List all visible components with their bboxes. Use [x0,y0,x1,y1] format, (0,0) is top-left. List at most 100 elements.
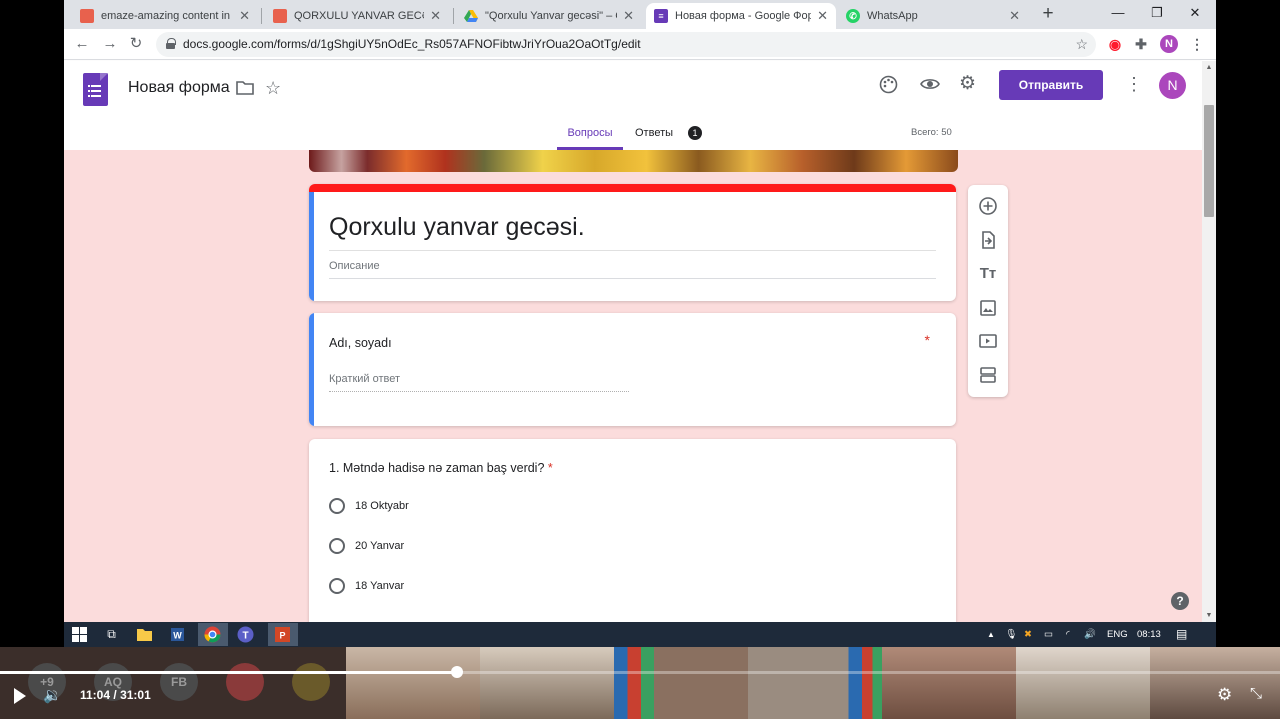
radio-option[interactable]: 18 Yanvar [329,577,404,595]
svg-text:W: W [173,631,182,641]
form-document-title[interactable]: Новая форма [128,79,230,97]
profile-avatar[interactable]: N [1160,35,1178,53]
add-video-icon[interactable] [978,331,998,351]
vertical-scrollbar[interactable]: ▲ ▼ [1202,61,1216,622]
folder-icon[interactable] [235,80,255,98]
account-avatar[interactable]: N [1159,72,1186,99]
more-options-icon[interactable]: ⋮ [1125,74,1143,95]
forward-arrow-icon[interactable]: → [99,33,121,55]
windows-start-icon[interactable] [72,627,91,646]
windows-taskbar: ⧉ W T P ▲ 🎙 ✖ ▭ ◜ 🔊 ENG 08:13 ▤ [64,622,1216,647]
tab-close-icon[interactable]: ✕ [623,8,634,24]
browser-tab-emaze[interactable]: emaze-amazing content in mi ✕ [72,3,258,29]
video-settings-gear-icon[interactable]: ⚙ [1217,685,1232,705]
tab-close-icon[interactable]: ✕ [430,8,441,24]
google-forms-logo-icon[interactable] [83,73,108,106]
radio-option[interactable]: 20 Yanvar [329,537,404,555]
chrome-taskbar-icon[interactable] [198,623,228,646]
tab-close-icon[interactable]: ✕ [817,8,828,24]
title-underline [329,250,936,251]
tab-questions[interactable]: Вопросы [557,123,623,150]
battery-icon[interactable]: ▭ [1044,622,1053,647]
task-view-icon[interactable]: ⧉ [102,625,121,644]
powerpoint-icon[interactable]: P [268,623,298,646]
volume-icon[interactable]: 🔉 [43,686,62,704]
add-title-text-icon[interactable]: Tт [978,264,998,284]
browser-tab-google-forms[interactable]: ≡ Новая форма - Google Формы ✕ [646,3,836,29]
form-description-field[interactable]: Описание [329,260,380,272]
scroll-down-icon[interactable]: ▼ [1205,612,1213,619]
new-tab-button[interactable]: + [1036,2,1060,26]
add-section-icon[interactable] [978,365,998,385]
short-answer-line [329,391,629,392]
exit-fullscreen-icon[interactable]: ⤡ [1250,685,1262,702]
browser-tab-qorxulu-emaze[interactable]: QORXULU YANVAR GECƏSİ by ✕ [265,3,449,29]
teams-icon[interactable]: T [233,623,259,646]
question-text: 1. Mətndə hadisə nə zaman baş verdi? [329,461,545,475]
radio-option[interactable]: 18 Oktyabr [329,497,409,515]
add-question-icon[interactable] [978,196,998,216]
tab-close-icon[interactable]: ✕ [1009,8,1020,24]
preview-eye-icon[interactable] [920,77,940,96]
add-image-icon[interactable] [978,298,998,318]
form-editor-canvas: Qorxulu yanvar gecəsi. Описание Adı, soy… [64,150,1202,622]
close-window-icon[interactable]: ✕ [1180,2,1210,24]
settings-gear-icon[interactable]: ⚙ [959,74,976,94]
import-questions-icon[interactable] [978,230,998,250]
system-clock[interactable]: 08:13 [1137,622,1161,647]
radio-button[interactable] [329,538,345,554]
tab-separator [453,8,454,24]
option-label: 18 Oktyabr [355,500,409,512]
responses-count-badge: 1 [688,126,702,140]
address-bar[interactable]: docs.google.com/forms/d/1gShgiUY5nOdEc_R… [156,32,1096,57]
notifications-icon[interactable]: ▤ [1176,622,1187,647]
url-text[interactable]: docs.google.com/forms/d/1gShgiUY5nOdEc_R… [183,32,641,57]
video-progress-bar[interactable] [0,666,1280,678]
minimize-icon[interactable]: — [1103,2,1133,24]
browser-tab-title: WhatsApp [867,10,918,22]
palette-icon[interactable] [879,75,898,99]
current-time: 11:04 [80,688,111,702]
question-card-1[interactable]: 1. Mətndə hadisə nə zaman baş verdi? * 1… [309,439,956,622]
option-label: 18 Yanvar [355,580,405,592]
browser-tab-title: Новая форма - Google Формы [675,10,812,22]
scrollbar-thumb[interactable] [1204,105,1214,217]
form-title-card[interactable]: Qorxulu yanvar gecəsi. Описание [309,184,956,301]
file-explorer-icon[interactable] [136,625,155,644]
card-indicator [309,313,314,426]
form-title[interactable]: Qorxulu yanvar gecəsi. [329,213,585,242]
scroll-up-icon[interactable]: ▲ [1205,64,1213,71]
extensions-puzzle-icon[interactable]: ✚ [1132,35,1150,53]
tab-close-icon[interactable]: ✕ [239,8,250,24]
tray-chevron-icon[interactable]: ▲ [987,622,995,647]
radio-button[interactable] [329,498,345,514]
word-icon[interactable]: W [169,625,188,644]
tab-responses[interactable]: Ответы [635,123,673,143]
lock-icon [166,38,176,49]
restore-window-icon[interactable]: ❐ [1142,2,1172,24]
question-card-name[interactable]: Adı, soyadı * Краткий ответ [309,313,956,426]
wifi-icon[interactable]: ◜ [1066,622,1070,647]
browser-tab-google-drive[interactable]: "Qorxulu Yanvar gecəsi" – Goo ✕ [456,3,642,29]
radio-button[interactable] [329,578,345,594]
reload-icon[interactable]: ↻ [125,33,147,55]
send-button[interactable]: Отправить [999,70,1103,100]
video-progress-fill [0,671,457,674]
bookmark-star-icon[interactable]: ☆ [1075,32,1088,57]
browser-window: emaze-amazing content in mi ✕ QORXULU YA… [64,0,1216,622]
whatsapp-icon: ✆ [846,9,860,23]
required-asterisk: * [924,332,930,348]
floating-toolbar: Tт [968,185,1008,397]
back-arrow-icon[interactable]: ← [71,33,93,55]
tray-tools-icon[interactable]: ✖ [1024,622,1032,647]
browser-menu-icon[interactable]: ⋮ [1188,35,1206,53]
volume-icon[interactable]: 🔊 [1084,622,1096,647]
opera-extension-icon[interactable]: ◉ [1106,35,1124,53]
browser-tab-whatsapp[interactable]: ✆ WhatsApp ✕ [838,3,1028,29]
input-language[interactable]: ENG [1107,622,1128,647]
play-icon[interactable] [14,688,26,704]
star-icon[interactable]: ☆ [265,78,281,99]
microphone-icon[interactable]: 🎙 [1005,622,1017,647]
emaze-favicon-icon [273,9,287,23]
help-icon[interactable]: ? [1171,592,1189,610]
